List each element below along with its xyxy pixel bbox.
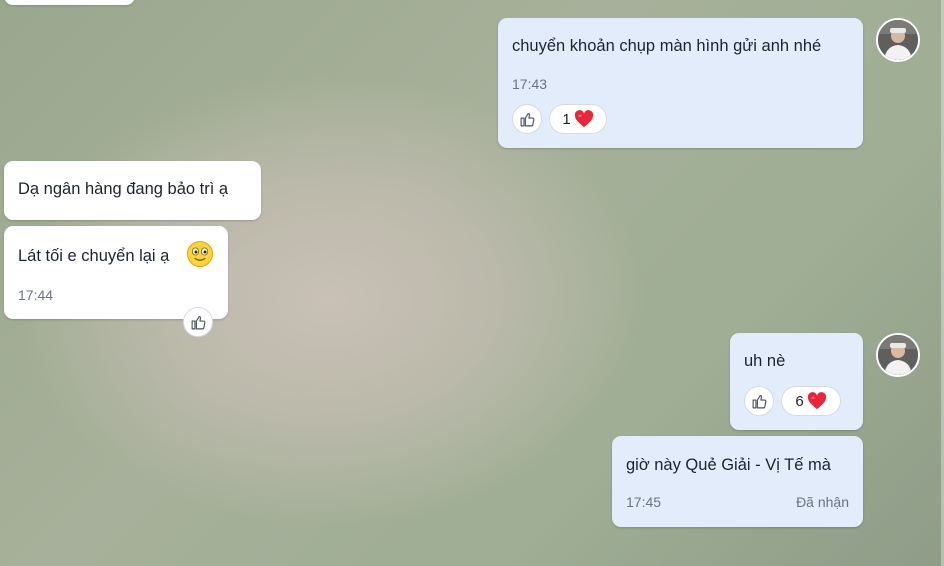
- like-button[interactable]: [744, 386, 774, 416]
- sender-avatar[interactable]: [876, 18, 920, 62]
- thumbs-up-icon: [752, 394, 766, 408]
- message-text: giờ này Quẻ Giải - Vị Tế mà: [626, 456, 831, 474]
- thumbs-up-icon: [191, 315, 205, 329]
- message-bubble[interactable]: uh nè 6: [730, 333, 863, 430]
- message-text: Dạ ngân hàng đang bảo trì ạ: [18, 180, 229, 198]
- message-text: uh nè: [744, 352, 786, 370]
- reaction-summary[interactable]: 6: [781, 386, 841, 416]
- like-button[interactable]: [512, 104, 542, 134]
- avatar-image: [878, 20, 918, 60]
- thumbs-up-icon: [520, 112, 534, 126]
- delivery-status: Đã nhận: [796, 494, 849, 510]
- reaction-count: 6: [795, 392, 804, 410]
- reaction-summary[interactable]: 1: [549, 104, 607, 134]
- like-button[interactable]: [183, 307, 213, 337]
- avatar-image: [878, 335, 918, 375]
- sender-avatar[interactable]: [876, 333, 920, 377]
- previous-message-bubble: [4, 0, 135, 5]
- heart-icon: [807, 392, 827, 410]
- message-text: chuyển khoản chụp màn hình gửi anh nhé: [512, 37, 822, 55]
- reaction-count: 1: [562, 110, 571, 128]
- message-bubble[interactable]: giờ này Quẻ Giải - Vị Tế mà 17:45 Đã nhậ…: [612, 436, 863, 527]
- message-time: 17:44: [18, 287, 54, 303]
- smiling-face-icon: [186, 240, 214, 273]
- message-time: 17:45: [626, 494, 662, 510]
- message-text: Lát tối e chuyển lại ạ: [18, 247, 170, 265]
- message-bubble[interactable]: Dạ ngân hàng đang bảo trì ạ: [4, 161, 261, 220]
- message-time: 17:43: [512, 76, 548, 92]
- message-bubble[interactable]: Lát tối e chuyển lại ạ 17:44: [4, 226, 228, 319]
- message-bubble[interactable]: chuyển khoản chụp màn hình gửi anh nhé 1…: [498, 18, 863, 148]
- heart-icon: [574, 110, 594, 128]
